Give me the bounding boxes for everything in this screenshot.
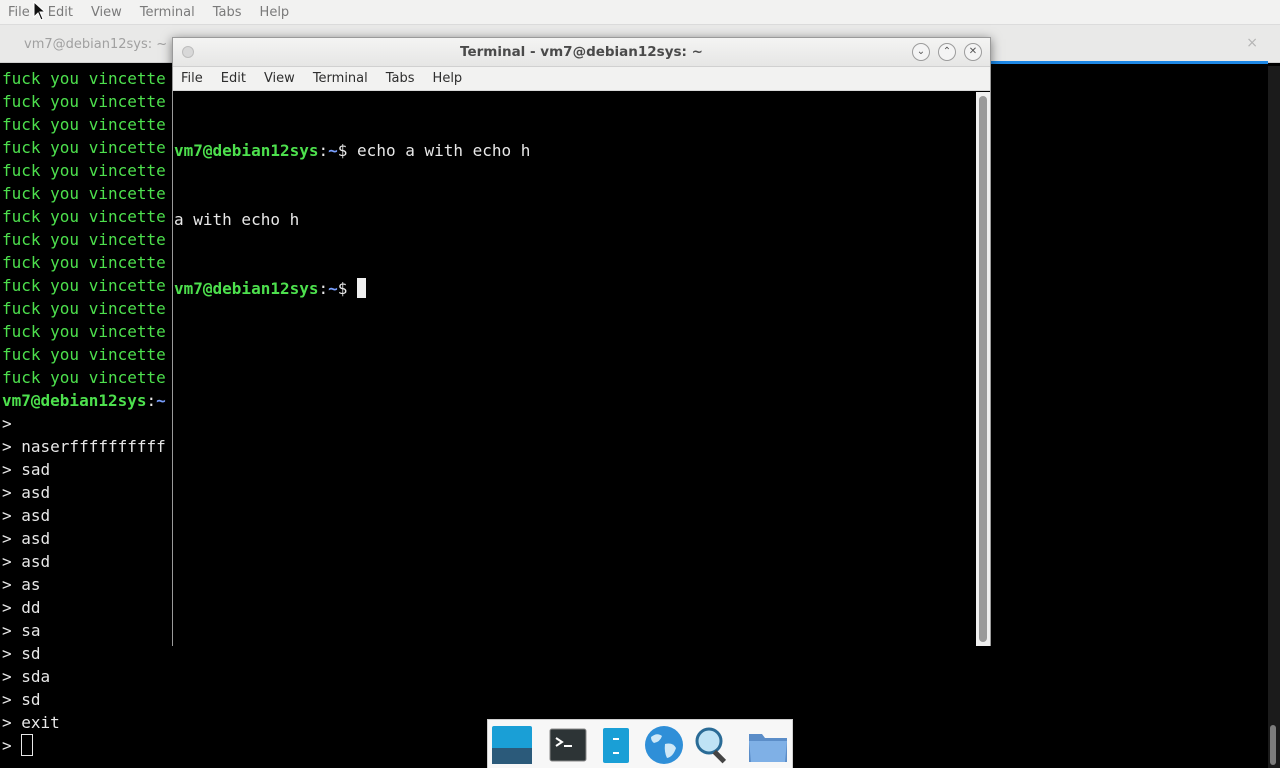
terminal-line: vm7@debian12sys:~$ echo a with echo h [174, 139, 976, 162]
terminal-line: > sd [2, 690, 41, 709]
file-manager-icon[interactable] [595, 724, 637, 766]
output-text: fuck you vincette [2, 368, 166, 387]
command-text: echo a with echo h [357, 141, 531, 160]
output-text: fuck you vincette [2, 345, 166, 364]
prompt-colon: : [146, 391, 157, 410]
folder-icon[interactable] [747, 724, 789, 766]
terminal-line: a with echo h [174, 208, 976, 231]
bg-menu-file[interactable]: File [8, 5, 30, 20]
bg-menu-tabs[interactable]: Tabs [213, 5, 242, 20]
menu-edit[interactable]: Edit [221, 71, 246, 86]
prompt-user: vm7@debian12sys [174, 279, 319, 298]
app-finder-icon[interactable] [691, 724, 733, 766]
terminal-line: vm7@debian12sys:~$ [174, 277, 976, 300]
prompt-dollar: $ [337, 279, 358, 298]
terminal-scrollbar-thumb[interactable] [979, 96, 987, 642]
output-text: fuck you vincette [2, 138, 166, 157]
background-scrollbar-thumb[interactable] [1270, 725, 1276, 765]
mouse-pointer-icon [33, 1, 47, 21]
prompt-path: ~ [156, 391, 166, 410]
bg-menu-edit[interactable]: Edit [48, 5, 73, 20]
command-output: a with echo h [174, 210, 300, 229]
prompt-colon: : [318, 141, 329, 160]
prompt-user: vm7@debian12sys [174, 141, 319, 160]
menu-file[interactable]: File [181, 71, 203, 86]
desktop-icon[interactable] [491, 724, 533, 766]
text-cursor [357, 278, 367, 298]
dock [487, 719, 793, 768]
prompt-colon: : [318, 279, 329, 298]
bg-menu-view[interactable]: View [91, 5, 122, 20]
menu-help[interactable]: Help [433, 71, 463, 86]
output-text: fuck you vincette [2, 92, 166, 111]
background-menubar: File Edit View Terminal Tabs Help [0, 0, 1280, 25]
bg-menu-help[interactable]: Help [260, 5, 290, 20]
prompt-path: ~ [328, 279, 338, 298]
output-text: fuck you vincette [2, 253, 166, 272]
output-text: fuck you vincette [2, 161, 166, 180]
window-title: Terminal - vm7@debian12sys: ~ [460, 44, 703, 60]
menu-view[interactable]: View [264, 71, 295, 86]
close-button[interactable]: ✕ [964, 43, 982, 61]
terminal-line: > sda [2, 667, 51, 686]
terminal-output[interactable]: vm7@debian12sys:~$ echo a with echo h a … [173, 92, 976, 646]
menu-terminal[interactable]: Terminal [313, 71, 368, 86]
menu-tabs[interactable]: Tabs [386, 71, 415, 86]
active-tab-indicator [990, 61, 1268, 64]
maximize-button[interactable]: ⌃ [938, 43, 956, 61]
prompt-path: ~ [328, 141, 338, 160]
text-cursor [21, 734, 34, 756]
output-text: fuck you vincette [2, 184, 166, 203]
window-menubar: File Edit View Terminal Tabs Help [173, 67, 990, 91]
output-text: fuck you vincette [2, 207, 166, 226]
output-text: fuck you vincette [2, 276, 166, 295]
output-text: fuck you vincette [2, 69, 166, 88]
prompt-user: vm7@debian12sys [2, 391, 147, 410]
web-browser-icon[interactable] [643, 724, 685, 766]
output-text: fuck you vincette [2, 230, 166, 249]
bg-menu-terminal[interactable]: Terminal [140, 5, 195, 20]
bg-tab-close-icon[interactable]: × [1246, 35, 1258, 51]
terminal-icon[interactable] [547, 724, 589, 766]
minimize-button[interactable]: ⌄ [912, 43, 930, 61]
output-text: fuck you vincette [2, 299, 166, 318]
background-scrollbar[interactable] [1268, 66, 1280, 768]
prompt-dollar: $ [337, 141, 358, 160]
window-titlebar[interactable]: Terminal - vm7@debian12sys: ~ ⌄ ⌃ ✕ [173, 38, 990, 67]
bg-tab-title: vm7@debian12sys: ~ [24, 36, 168, 52]
output-text: fuck you vincette [2, 322, 166, 341]
output-text: fuck you vincette [2, 115, 166, 134]
terminal-window[interactable]: Terminal - vm7@debian12sys: ~ ⌄ ⌃ ✕ File… [172, 37, 991, 646]
continuation-prompt: > [2, 736, 22, 755]
